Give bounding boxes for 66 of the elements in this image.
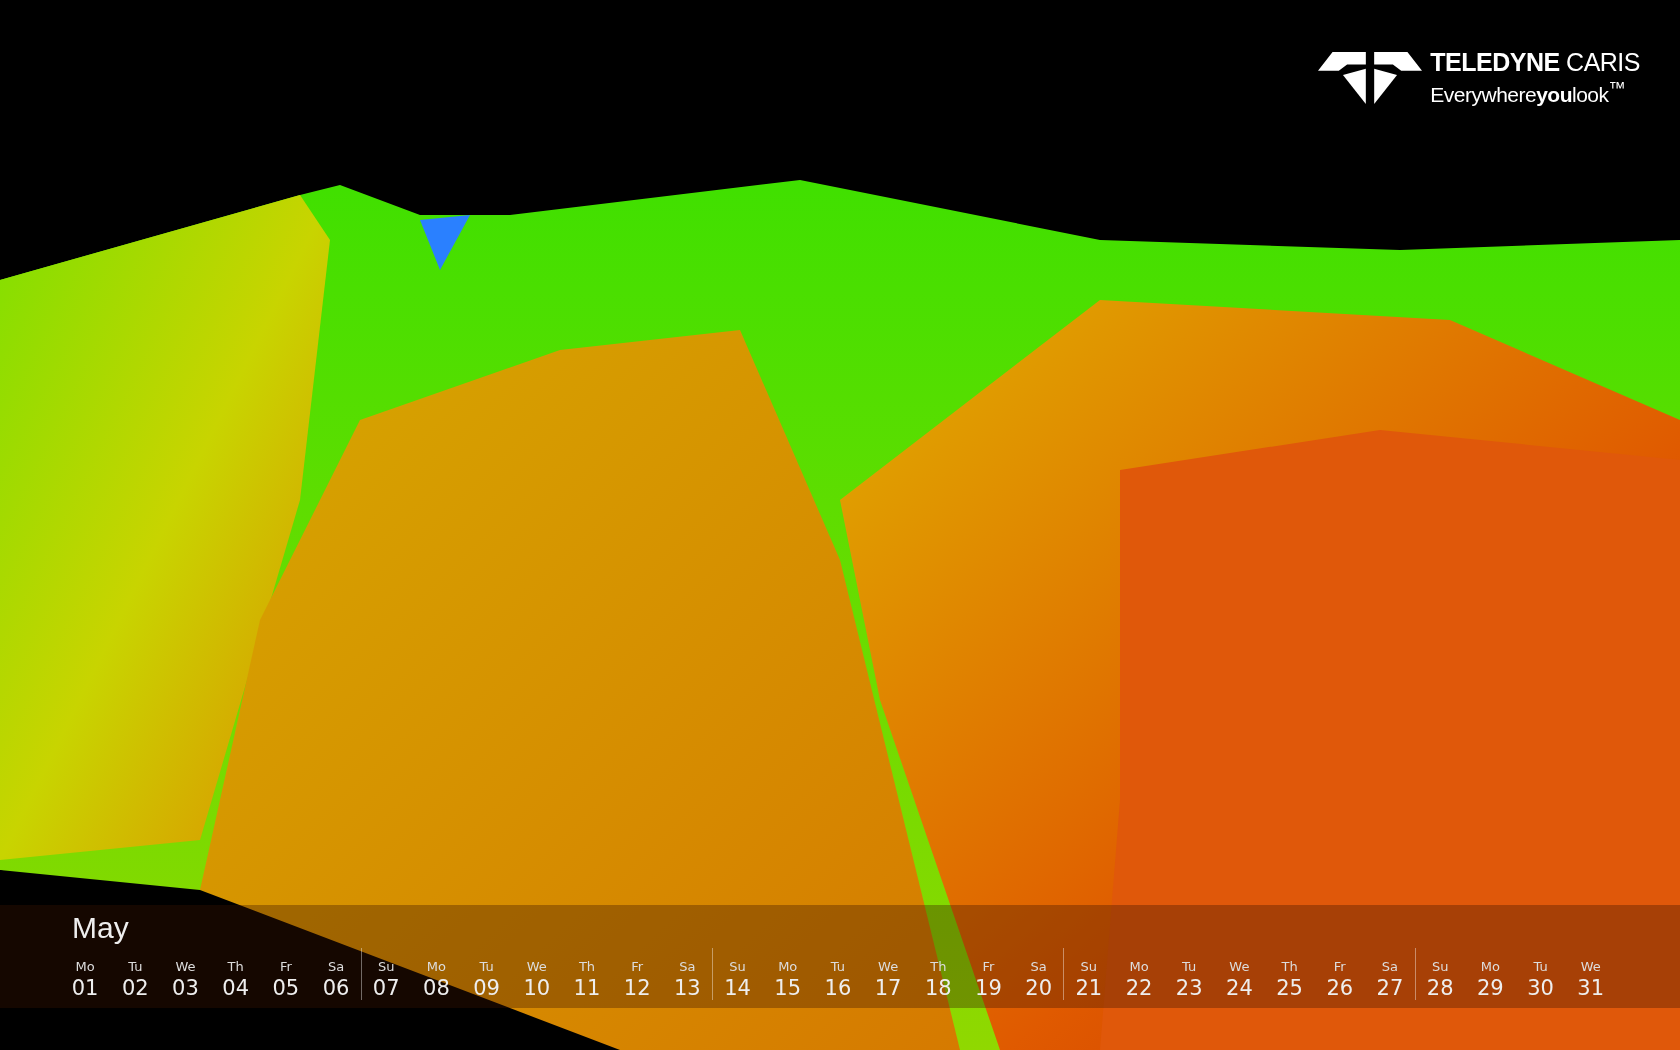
day-number: 24 xyxy=(1226,976,1253,1000)
day-number: 04 xyxy=(222,976,249,1000)
weekday-label: Mo xyxy=(75,959,95,974)
day-number: 01 xyxy=(71,976,99,1000)
weekday-label: Tu xyxy=(128,959,143,974)
day-number: 14 xyxy=(724,976,751,1000)
day-number: 10 xyxy=(523,976,551,1000)
day-number: 05 xyxy=(272,976,300,1000)
day-number: 22 xyxy=(1125,976,1153,1000)
day-number: 17 xyxy=(874,976,902,1000)
weekday-label: Su xyxy=(377,959,395,974)
weekday-label: Th xyxy=(578,959,596,974)
day-number: 19 xyxy=(975,976,1002,1000)
weekday-label: We xyxy=(1229,959,1250,974)
weekday-label: Tu xyxy=(479,959,494,974)
weekday-label: We xyxy=(878,959,899,974)
day-number: 03 xyxy=(172,976,199,1000)
day-number: 25 xyxy=(1276,976,1303,1000)
tagline: Everywhereyoulook$^{™}$ xyxy=(1430,77,1627,107)
weekday-label: Tu xyxy=(1533,959,1548,974)
day-number: 18 xyxy=(924,976,952,1000)
day-number: 13 xyxy=(673,976,701,1000)
weekday-label: Sa xyxy=(327,959,345,974)
weekday-label: Mo xyxy=(426,959,446,974)
day-number: 16 xyxy=(824,976,852,1000)
day-number: 21 xyxy=(1075,976,1103,1000)
weekday-label: We xyxy=(526,959,547,974)
weekday-label: Su xyxy=(1080,959,1098,974)
day-number: 15 xyxy=(774,976,802,1000)
logo-icon xyxy=(1318,51,1423,104)
day-number: 31 xyxy=(1577,976,1605,1000)
weekday-label: Fr xyxy=(279,959,292,974)
weekday-label: Mo xyxy=(1129,959,1149,974)
day-number: 27 xyxy=(1376,976,1404,1000)
weekday-label: Su xyxy=(729,959,746,974)
weekday-label: Th xyxy=(1281,959,1298,974)
day-number: 23 xyxy=(1175,976,1203,1000)
weekday-label: Mo xyxy=(778,959,798,974)
day-number: 07 xyxy=(372,976,400,1000)
day-number: 02 xyxy=(121,976,149,1000)
day-number: 26 xyxy=(1326,976,1354,1000)
day-number: 20 xyxy=(1025,976,1052,1000)
weekday-label: We xyxy=(175,959,196,974)
month-title: May xyxy=(72,911,129,945)
day-number: 29 xyxy=(1476,976,1504,1000)
day-number: 06 xyxy=(322,976,350,1000)
weekday-label: Su xyxy=(1431,959,1449,974)
weekday-label: Tu xyxy=(1182,959,1197,974)
weekday-label: Fr xyxy=(631,959,644,974)
brand-name: TELEDYNE CARIS xyxy=(1430,48,1640,76)
weekday-label: Fr xyxy=(982,959,995,974)
weekday-label: Fr xyxy=(1333,959,1346,974)
day-number: 11 xyxy=(573,976,601,1000)
weekday-label: Th xyxy=(227,959,244,974)
weekday-label: Th xyxy=(930,959,947,974)
weekday-label: Sa xyxy=(1381,959,1399,974)
weekday-label: We xyxy=(1580,959,1601,974)
weekday-label: Mo xyxy=(1480,959,1500,974)
day-number: 30 xyxy=(1527,976,1554,1000)
weekday-label: Sa xyxy=(1030,959,1047,974)
weekday-label: Sa xyxy=(679,959,696,974)
day-number: 08 xyxy=(423,976,450,1000)
weekday-label: Tu xyxy=(830,959,845,974)
day-number: 28 xyxy=(1426,976,1454,1000)
day-number: 12 xyxy=(623,976,651,1000)
day-number: 09 xyxy=(473,976,500,1000)
